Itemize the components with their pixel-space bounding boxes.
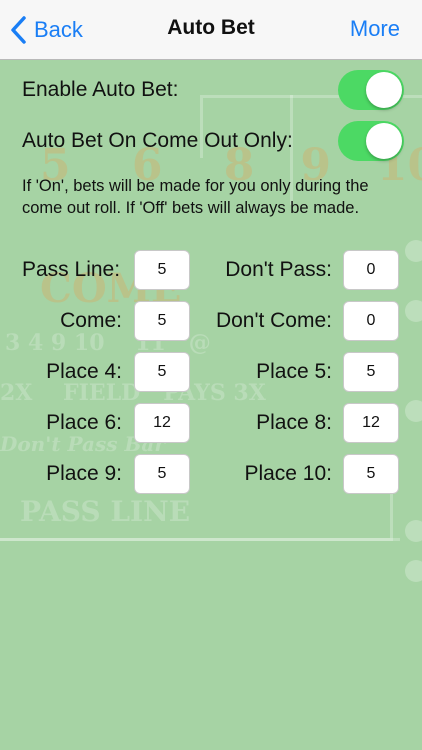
place-5-input[interactable] (343, 352, 399, 392)
come-out-only-row: Auto Bet On Come Out Only: (22, 121, 404, 161)
come-out-only-toggle[interactable] (338, 121, 404, 161)
pass-line-label: Pass Line: (22, 258, 121, 281)
place-9-label: Place 9: (46, 462, 122, 485)
toggle-knob (366, 72, 402, 108)
navigation-bar: Back Auto Bet More (0, 0, 422, 60)
place-5-label: Place 5: (256, 360, 332, 383)
place-6-input[interactable] (134, 403, 190, 443)
come-label: Come: (60, 309, 122, 332)
enable-auto-bet-row: Enable Auto Bet: (22, 70, 404, 110)
place-6-label: Place 6: (46, 411, 122, 434)
dont-come-input[interactable] (343, 301, 399, 341)
place-8-label: Place 8: (256, 411, 332, 434)
enable-auto-bet-label: Enable Auto Bet: (22, 78, 179, 101)
place-8-input[interactable] (343, 403, 399, 443)
enable-auto-bet-toggle[interactable] (338, 70, 404, 110)
more-button[interactable]: More (350, 16, 400, 42)
come-out-only-label: Auto Bet On Come Out Only: (22, 129, 293, 152)
place-10-input[interactable] (343, 454, 399, 494)
place-9-input[interactable] (134, 454, 190, 494)
dont-come-label: Don't Come: (215, 309, 332, 332)
dont-pass-label: Don't Pass: (225, 258, 332, 281)
come-input[interactable] (134, 301, 190, 341)
toggle-knob (366, 123, 402, 159)
place-4-label: Place 4: (46, 360, 122, 383)
auto-bet-note: If 'On', bets will be made for you only … (22, 177, 369, 217)
place-4-input[interactable] (134, 352, 190, 392)
dont-pass-input[interactable] (343, 250, 399, 290)
place-10-label: Place 10: (244, 462, 332, 485)
pass-line-input[interactable] (134, 250, 190, 290)
